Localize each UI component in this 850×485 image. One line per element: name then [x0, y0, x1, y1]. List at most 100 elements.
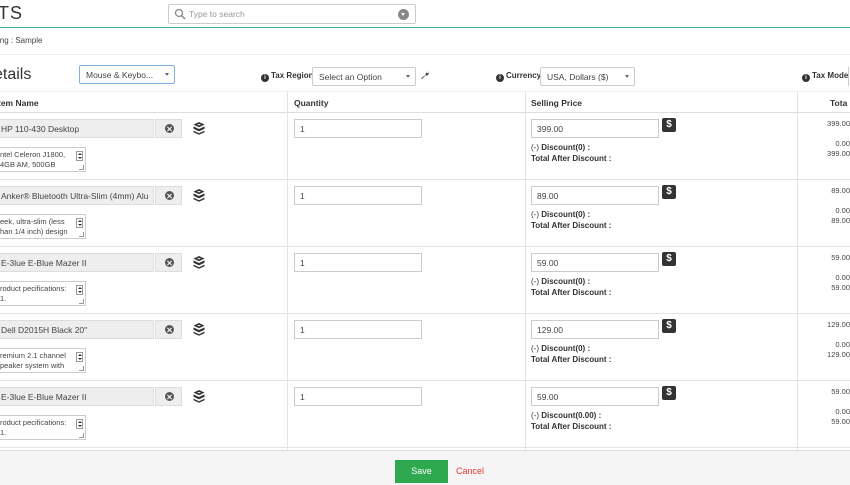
- row-total-value: 399.00: [827, 119, 850, 128]
- quantity-input[interactable]: 1: [294, 320, 422, 339]
- divider: [0, 54, 850, 55]
- row-total-value: 59.00: [831, 387, 850, 396]
- row-discount-value: 0.00: [835, 273, 850, 282]
- item-name-field[interactable]: Dell D2015H Black 20": [0, 320, 154, 339]
- app-brand: TS: [0, 3, 24, 23]
- item-name-field[interactable]: E-3lue E-Blue Mazer II: [0, 253, 154, 272]
- resize-grip-icon[interactable]: [79, 165, 84, 170]
- total-after-discount-label: Total After Discount :: [531, 221, 612, 230]
- info-icon: i: [496, 74, 504, 82]
- wrench-icon[interactable]: [420, 70, 430, 80]
- item-description-field[interactable]: eek, ultra-slim (less han 1/4 inch) desi…: [0, 214, 86, 239]
- quantity-input[interactable]: 1: [294, 387, 422, 406]
- table-row: Anker® Bluetooth Ultra-Slim (4mm) Alu ee…: [0, 180, 850, 247]
- save-button[interactable]: Save: [395, 460, 448, 483]
- remove-icon: [165, 392, 174, 401]
- tax-region-value: Select an Option: [319, 72, 382, 82]
- boxes-icon[interactable]: [192, 389, 206, 403]
- resize-grip-icon[interactable]: [79, 232, 84, 237]
- dollar-icon[interactable]: $: [662, 118, 676, 132]
- item-description-field[interactable]: roduct pecifications: 1.: [0, 415, 86, 440]
- tax-mode-label: i Tax Mode: [802, 71, 848, 82]
- column-item-name: tem Name: [0, 98, 39, 108]
- dropdown-icon[interactable]: [398, 9, 409, 20]
- chevron-down-icon: [165, 73, 169, 76]
- currency-label: i Currency: [496, 71, 541, 82]
- tax-region-select[interactable]: Select an Option: [312, 67, 416, 86]
- resize-grip-icon[interactable]: [79, 433, 84, 438]
- item-description-field[interactable]: ntel Celeron J1800, 4GB AM, 500GB HDD): [0, 147, 86, 172]
- item-name-field[interactable]: E-3lue E-Blue Mazer II: [0, 387, 154, 406]
- currency-select[interactable]: USA, Dollars ($): [540, 67, 635, 86]
- total-after-discount-label: Total After Discount :: [531, 355, 612, 364]
- clear-item-button[interactable]: [155, 387, 182, 406]
- item-description-field[interactable]: roduct pecifications: 1.: [0, 281, 86, 306]
- item-name-field[interactable]: Anker® Bluetooth Ultra-Slim (4mm) Alu: [0, 186, 154, 205]
- dollar-icon[interactable]: $: [662, 185, 676, 199]
- discount-label[interactable]: (-) Discount(0) :: [531, 344, 590, 353]
- boxes-icon[interactable]: [192, 121, 206, 135]
- spinner-icon[interactable]: [76, 419, 83, 429]
- table-row: E-3lue E-Blue Mazer II roduct pecificati…: [0, 247, 850, 314]
- chevron-down-icon: [406, 75, 410, 78]
- boxes-icon[interactable]: [192, 188, 206, 202]
- spinner-icon[interactable]: [76, 151, 83, 161]
- search-input[interactable]: Type to search: [189, 9, 245, 19]
- discount-label[interactable]: (-) Discount(0) :: [531, 210, 590, 219]
- dollar-icon[interactable]: $: [662, 252, 676, 266]
- boxes-icon[interactable]: [192, 255, 206, 269]
- item-description-text: ntel Celeron J1800, 4GB AM, 500GB HDD): [0, 150, 66, 171]
- dollar-icon[interactable]: $: [662, 319, 676, 333]
- clear-item-button[interactable]: [155, 253, 182, 272]
- quantity-input[interactable]: 1: [294, 253, 422, 272]
- dollar-icon[interactable]: $: [662, 386, 676, 400]
- row-total-value: 129.00: [827, 320, 850, 329]
- selling-price-input[interactable]: 89.00: [531, 186, 659, 205]
- table-row: HP 110-430 Desktop ntel Celeron J1800, 4…: [0, 113, 850, 180]
- page-title: etails: [0, 66, 32, 83]
- discount-label[interactable]: (-) Discount(0) :: [531, 143, 590, 152]
- category-select-value: Mouse & Keybo...: [86, 70, 154, 80]
- spinner-icon[interactable]: [76, 352, 83, 362]
- item-description-field[interactable]: remium 2.1 channel peaker system with: [0, 348, 86, 373]
- discount-label[interactable]: (-) Discount(0.00) :: [531, 411, 601, 420]
- table-header: tem Name Quantity Selling Price Tota: [0, 91, 850, 113]
- quantity-input[interactable]: 1: [294, 186, 422, 205]
- column-total: Tota: [830, 98, 848, 108]
- spinner-icon[interactable]: [76, 285, 83, 295]
- info-icon: i: [261, 74, 269, 82]
- discount-label[interactable]: (-) Discount(0) :: [531, 277, 590, 286]
- clear-item-button[interactable]: [155, 320, 182, 339]
- item-description-text: roduct pecifications: 1.: [0, 418, 67, 437]
- boxes-icon[interactable]: [192, 322, 206, 336]
- top-bar: TS Type to search: [0, 0, 850, 28]
- total-after-discount-label: Total After Discount :: [531, 154, 612, 163]
- selling-price-input[interactable]: 59.00: [531, 387, 659, 406]
- selling-price-input[interactable]: 399.00: [531, 119, 659, 138]
- spinner-icon[interactable]: [76, 218, 83, 228]
- row-total-value: 59.00: [831, 253, 850, 262]
- selling-price-input[interactable]: 129.00: [531, 320, 659, 339]
- resize-grip-icon[interactable]: [79, 299, 84, 304]
- total-after-discount-label: Total After Discount :: [531, 288, 612, 297]
- row-discount-value: 0.00: [835, 340, 850, 349]
- selling-price-input[interactable]: 59.00: [531, 253, 659, 272]
- info-icon: i: [802, 74, 810, 82]
- item-name-field[interactable]: HP 110-430 Desktop: [0, 119, 154, 138]
- category-select[interactable]: Mouse & Keybo...: [79, 65, 175, 84]
- total-after-discount-label: Total After Discount :: [531, 422, 612, 431]
- row-after-discount-value: 59.00: [831, 417, 850, 426]
- item-description-text: roduct pecifications: 1.: [0, 284, 67, 303]
- clear-item-button[interactable]: [155, 186, 182, 205]
- row-discount-value: 0.00: [835, 206, 850, 215]
- global-search[interactable]: Type to search: [168, 4, 416, 24]
- quantity-input[interactable]: 1: [294, 119, 422, 138]
- row-discount-value: 0.00: [835, 139, 850, 148]
- search-icon: [174, 8, 186, 20]
- resize-grip-icon[interactable]: [79, 366, 84, 371]
- breadcrumb: ing : Sample: [0, 36, 43, 45]
- cancel-button[interactable]: Cancel: [456, 466, 484, 476]
- row-total-value: 89.00: [831, 186, 850, 195]
- form-footer: Save Cancel: [0, 450, 850, 485]
- clear-item-button[interactable]: [155, 119, 182, 138]
